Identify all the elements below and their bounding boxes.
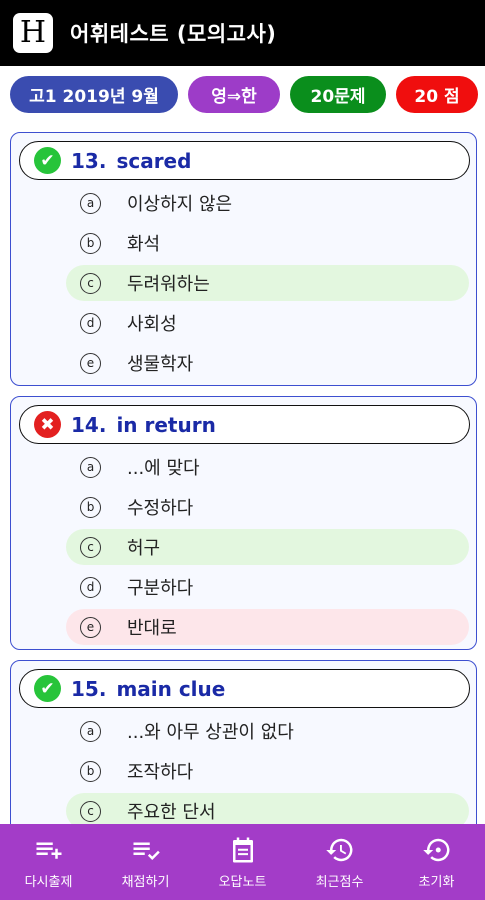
nav-retest-button[interactable]: 다시출제 (0, 824, 97, 900)
logo-letter: H (19, 15, 47, 50)
x-circle-icon: ✖ (34, 411, 61, 438)
question-count-badge[interactable]: 20문제 (290, 76, 386, 113)
option-text: 사회성 (127, 314, 177, 335)
answer-option-e[interactable]: e 생물학자 (66, 345, 469, 381)
question-number: 14. (71, 412, 107, 437)
nav-label: 최근점수 (315, 874, 364, 890)
option-letter-d: d (80, 576, 101, 598)
check-circle-icon: ✔ (34, 675, 61, 702)
answer-option-d[interactable]: d 사회성 (66, 305, 469, 341)
option-letter-d: d (80, 312, 101, 334)
history-icon (325, 838, 352, 861)
option-letter-b: b (80, 760, 101, 782)
reset-icon (422, 838, 449, 861)
answer-option-b[interactable]: b 조작하다 (66, 753, 469, 789)
app-logo: H (13, 13, 53, 53)
question-word: in return (116, 412, 216, 437)
question-header: ✔ 15. main clue (19, 669, 470, 708)
question-card: ✔ 15. main clue a ...와 아무 상관이 없다 b 조작하다 c 주요한 단서… (10, 660, 477, 824)
option-text: 조작하다 (127, 762, 194, 783)
answer-option-b[interactable]: b 수정하다 (66, 489, 469, 525)
nav-wrong-notes-button[interactable]: 오답노트 (194, 824, 291, 900)
question-word: main clue (116, 676, 226, 701)
answer-option-b[interactable]: b 화석 (66, 225, 469, 261)
option-letter-e: e (80, 352, 101, 374)
option-text: 화석 (127, 234, 161, 255)
option-text: 두려워하는 (127, 274, 210, 295)
answer-option-d[interactable]: d 구분하다 (66, 569, 469, 605)
answer-option-e[interactable]: e 반대로 (66, 609, 469, 645)
option-letter-c: c (80, 272, 101, 294)
nav-label: 다시출제 (24, 874, 73, 890)
answer-option-c[interactable]: c 두려워하는 (66, 265, 469, 301)
option-text: 생물학자 (127, 354, 194, 375)
answer-option-a[interactable]: a 이상하지 않은 (66, 185, 469, 221)
question-header: ✔ 13. scared (19, 141, 470, 180)
option-text: 주요한 단서 (127, 802, 216, 823)
question-word: scared (116, 148, 192, 173)
option-text: 이상하지 않은 (127, 194, 233, 215)
option-letter-c: c (80, 536, 101, 558)
option-text: 반대로 (127, 618, 177, 639)
question-number: 13. (71, 148, 107, 173)
nav-grade-button[interactable]: 채점하기 (97, 824, 194, 900)
question-list[interactable]: ✔ 13. scared a 이상하지 않은 b 화석 c 두려워하는 d 사회성 e 생물학자 ✖ 14.… (0, 126, 485, 824)
calendar-note-icon (232, 837, 253, 862)
option-text: 허구 (127, 538, 161, 559)
answer-option-c[interactable]: c 허구 (66, 529, 469, 565)
question-card: ✖ 14. in return a ...에 맞다 b 수정하다 c 허구 d 구분하다 e 반대로 (10, 396, 477, 650)
option-text: ...와 아무 상관이 없다 (127, 722, 294, 743)
option-letter-e: e (80, 616, 101, 638)
check-circle-icon: ✔ (34, 147, 61, 174)
option-text: 구분하다 (127, 578, 194, 599)
nav-label: 채점하기 (121, 874, 170, 890)
option-letter-b: b (80, 496, 101, 518)
option-letter-b: b (80, 232, 101, 254)
test-info-bar: 고1 2019년 9월 영⇒한 20문제 20 점 (0, 66, 485, 126)
playlist-check-icon (133, 842, 160, 860)
option-letter-a: a (80, 456, 101, 478)
answer-option-a[interactable]: a ...에 맞다 (66, 449, 469, 485)
nav-label: 오답노트 (218, 874, 267, 890)
option-text: 수정하다 (127, 498, 194, 519)
option-letter-a: a (80, 720, 101, 742)
question-number: 15. (71, 676, 107, 701)
nav-reset-button[interactable]: 초기화 (388, 824, 485, 900)
app-header: H 어휘테스트 (모의고사) (0, 0, 485, 66)
answer-option-a[interactable]: a ...와 아무 상관이 없다 (66, 713, 469, 749)
option-letter-a: a (80, 192, 101, 214)
question-card: ✔ 13. scared a 이상하지 않은 b 화석 c 두려워하는 d 사회성 e 생물학자 (10, 132, 477, 386)
grade-badge[interactable]: 고1 2019년 9월 (10, 76, 178, 113)
page-title: 어휘테스트 (모의고사) (70, 22, 277, 46)
bottom-nav: 다시출제 채점하기 오답노트 최근점수 초기화 (0, 824, 485, 900)
score-badge: 20 점 (396, 76, 478, 113)
playlist-add-icon (36, 842, 61, 859)
option-text: ...에 맞다 (127, 458, 200, 479)
direction-badge[interactable]: 영⇒한 (188, 76, 280, 113)
option-letter-c: c (80, 800, 101, 822)
answer-option-c[interactable]: c 주요한 단서 (66, 793, 469, 824)
nav-label: 초기화 (418, 874, 455, 890)
nav-recent-scores-button[interactable]: 최근점수 (291, 824, 388, 900)
question-header: ✖ 14. in return (19, 405, 470, 444)
